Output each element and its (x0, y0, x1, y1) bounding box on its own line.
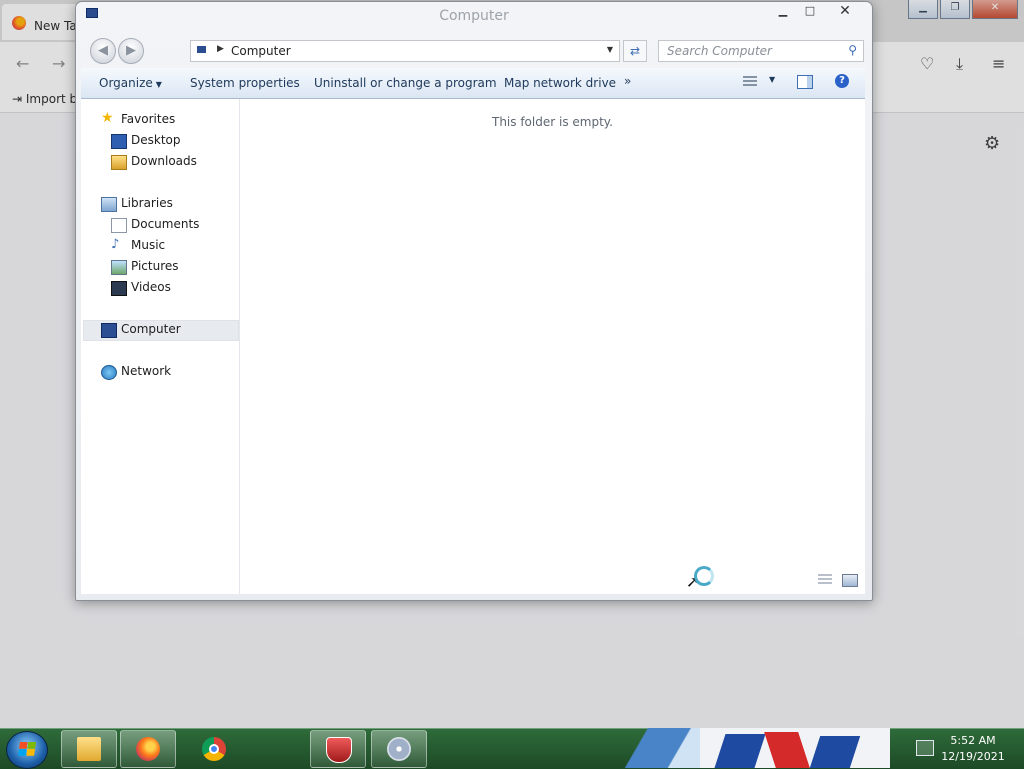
taskbar-chrome-button[interactable] (186, 730, 242, 768)
taskbar-explorer-button[interactable] (61, 730, 117, 768)
forward-button[interactable]: ▶ (118, 38, 144, 64)
shield-icon (326, 737, 352, 763)
navigation-pane: ★ Favorites Desktop Downloads Libraries … (81, 99, 240, 594)
organize-label: Organize (99, 76, 153, 90)
nav-videos-label: Videos (131, 280, 171, 294)
star-icon: ★ (101, 110, 114, 126)
clock-time: 5:52 AM (950, 734, 996, 747)
breadcrumb-computer[interactable]: Computer (231, 44, 291, 58)
disc-icon (387, 737, 411, 761)
organize-button[interactable]: Organize ▼ (99, 76, 162, 90)
nav-favorites-label: Favorites (121, 112, 176, 126)
change-view-icon[interactable] (743, 76, 757, 88)
empty-folder-message: This folder is empty. (492, 115, 613, 129)
nav-libraries-label: Libraries (121, 196, 173, 210)
network-icon (101, 365, 117, 380)
nav-music-label: Music (131, 238, 166, 252)
start-button[interactable] (6, 731, 48, 769)
system-properties-button[interactable]: System properties (190, 76, 300, 90)
nav-documents-label: Documents (131, 217, 200, 231)
search-icon[interactable]: ⚲ (848, 43, 857, 57)
pictures-icon (111, 260, 127, 275)
nav-computer-label: Computer (121, 322, 181, 336)
breadcrumb-arrow-icon[interactable]: ▶ (217, 44, 224, 54)
details-view-icon[interactable] (818, 574, 832, 585)
nav-network-label: Network (121, 364, 172, 378)
nav-pictures-label: Pictures (131, 259, 179, 273)
libraries-icon (101, 197, 117, 212)
file-list-area[interactable]: This folder is empty. (240, 99, 865, 594)
maximize-button[interactable]: □ (797, 2, 823, 20)
explorer-window: Computer ▁ □ ✕ ◀ ▶ ▼ ▶ Computer ▼ ⇄ Sear… (75, 1, 873, 601)
taskbar-wallpaper-art (590, 728, 890, 768)
large-icons-view-icon[interactable] (842, 574, 858, 587)
videos-icon (111, 281, 127, 296)
organize-dropdown-icon: ▼ (155, 80, 162, 89)
search-input[interactable]: Search Computer ⚲ (658, 40, 864, 62)
computer-icon (197, 46, 206, 53)
map-network-drive-button[interactable]: Map network drive (504, 76, 616, 90)
command-bar: Organize ▼ System properties Uninstall or… (81, 68, 865, 99)
downloads-folder-icon (111, 155, 127, 170)
firefox-icon (136, 737, 160, 761)
uninstall-program-button[interactable]: Uninstall or change a program (314, 76, 497, 90)
folder-icon (77, 737, 101, 761)
desktop-icon (111, 134, 127, 149)
preview-pane-icon[interactable] (797, 75, 813, 89)
nav-desktop-label: Desktop (131, 133, 181, 147)
help-icon[interactable]: ? (835, 74, 849, 88)
back-button[interactable]: ◀ (90, 38, 116, 64)
music-icon: ♪ (111, 237, 120, 252)
minimize-button[interactable]: ▁ (770, 2, 796, 20)
window-title: Computer (439, 8, 509, 24)
view-options-dropdown-icon[interactable]: ▼ (769, 75, 775, 84)
chrome-icon (202, 737, 226, 761)
address-dropdown-icon[interactable]: ▼ (607, 45, 613, 54)
taskbar-firefox-button[interactable] (120, 730, 176, 768)
network-tray-icon[interactable] (916, 740, 934, 756)
explorer-window-controls: ▁ □ ✕ (770, 2, 866, 20)
computer-icon (101, 323, 117, 338)
taskbar-clock[interactable]: 5:52 AM 12/19/2021 (938, 733, 1008, 765)
documents-icon (111, 218, 127, 233)
clock-date: 12/19/2021 (941, 750, 1005, 763)
close-button[interactable]: ✕ (824, 2, 866, 20)
more-commands-icon[interactable]: » (624, 74, 631, 88)
taskbar-disc-button[interactable] (371, 730, 427, 768)
busy-spinner-icon (694, 566, 714, 586)
refresh-button[interactable]: ⇄ (623, 40, 647, 62)
address-bar[interactable]: ▶ Computer ▼ (190, 40, 620, 62)
nav-downloads-label: Downloads (131, 154, 197, 168)
windows-logo-icon (18, 742, 36, 756)
taskbar-security-button[interactable] (310, 730, 366, 768)
search-placeholder: Search Computer (667, 44, 772, 58)
